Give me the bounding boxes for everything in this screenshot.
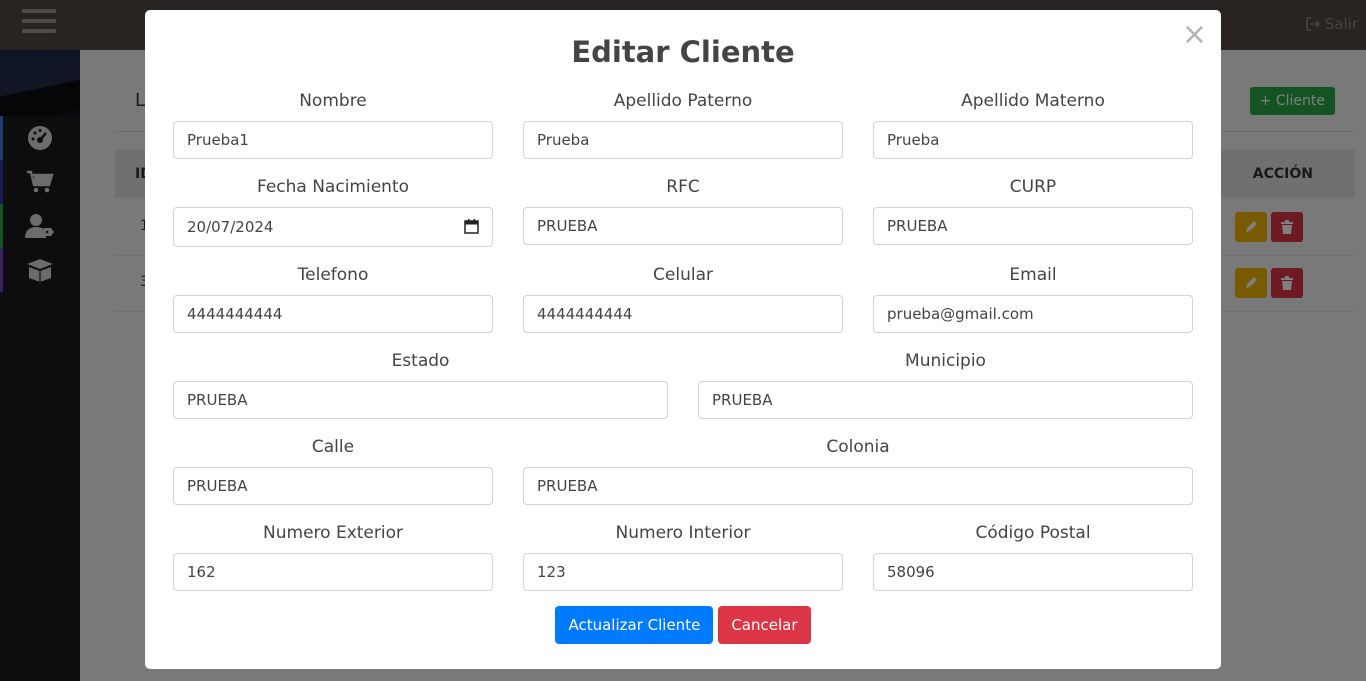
calle-label: Calle xyxy=(311,437,355,457)
calendar-icon[interactable] xyxy=(464,219,479,234)
apellido-materno-input[interactable] xyxy=(873,121,1193,159)
municipio-label: Municipio xyxy=(905,351,986,371)
modal-actions: Actualizar Cliente Cancelar xyxy=(145,606,1221,644)
numero-exterior-label: Numero Exterior xyxy=(263,523,403,543)
estado-label: Estado xyxy=(391,351,450,371)
rfc-input[interactable] xyxy=(523,207,843,245)
curp-input[interactable] xyxy=(873,207,1193,245)
telefono-input[interactable] xyxy=(173,295,493,333)
codigo-postal-label: Código Postal xyxy=(975,523,1091,543)
calle-input[interactable] xyxy=(173,467,493,505)
edit-client-modal: × Editar Cliente Nombre Apellido Paterno… xyxy=(145,10,1221,669)
colonia-label: Colonia xyxy=(826,437,890,457)
telefono-label: Telefono xyxy=(297,265,369,285)
email-input[interactable] xyxy=(873,295,1193,333)
field-rfc: RFC xyxy=(523,176,843,245)
numero-interior-input[interactable] xyxy=(523,553,843,591)
numero-exterior-input[interactable] xyxy=(173,553,493,591)
email-label: Email xyxy=(1009,265,1057,285)
nombre-input[interactable] xyxy=(173,121,493,159)
cancel-button[interactable]: Cancelar xyxy=(718,606,811,644)
field-curp: CURP xyxy=(873,176,1193,245)
nombre-label: Nombre xyxy=(299,91,367,111)
field-celular: Celular xyxy=(523,264,843,333)
field-codigo-postal: Código Postal xyxy=(873,522,1193,591)
field-calle: Calle xyxy=(173,436,493,505)
field-email: Email xyxy=(873,264,1193,333)
celular-label: Celular xyxy=(653,265,713,285)
field-apellido-paterno: Apellido Paterno xyxy=(523,90,843,159)
field-estado: Estado xyxy=(173,350,668,419)
field-telefono: Telefono xyxy=(173,264,493,333)
estado-input[interactable] xyxy=(173,381,668,419)
field-apellido-materno: Apellido Materno xyxy=(873,90,1193,159)
apellido-materno-label: Apellido Materno xyxy=(961,91,1105,111)
field-fecha-nacimiento: Fecha Nacimiento xyxy=(173,176,493,247)
rfc-label: RFC xyxy=(666,177,700,197)
modal-title: Editar Cliente xyxy=(571,35,795,69)
field-numero-interior: Numero Interior xyxy=(523,522,843,591)
municipio-input[interactable] xyxy=(698,381,1193,419)
apellido-paterno-label: Apellido Paterno xyxy=(613,91,753,111)
apellido-paterno-input[interactable] xyxy=(523,121,843,159)
field-nombre: Nombre xyxy=(173,90,493,159)
colonia-input[interactable] xyxy=(523,467,1193,505)
field-numero-exterior: Numero Exterior xyxy=(173,522,493,591)
codigo-postal-input[interactable] xyxy=(873,553,1193,591)
curp-label: CURP xyxy=(1009,177,1057,197)
numero-interior-label: Numero Interior xyxy=(615,523,751,543)
update-client-button[interactable]: Actualizar Cliente xyxy=(555,606,714,644)
field-municipio: Municipio xyxy=(698,350,1193,419)
celular-input[interactable] xyxy=(523,295,843,333)
fecha-nacimiento-label: Fecha Nacimiento xyxy=(256,177,410,197)
fecha-nacimiento-input[interactable] xyxy=(173,207,493,247)
field-colonia: Colonia xyxy=(523,436,1193,505)
